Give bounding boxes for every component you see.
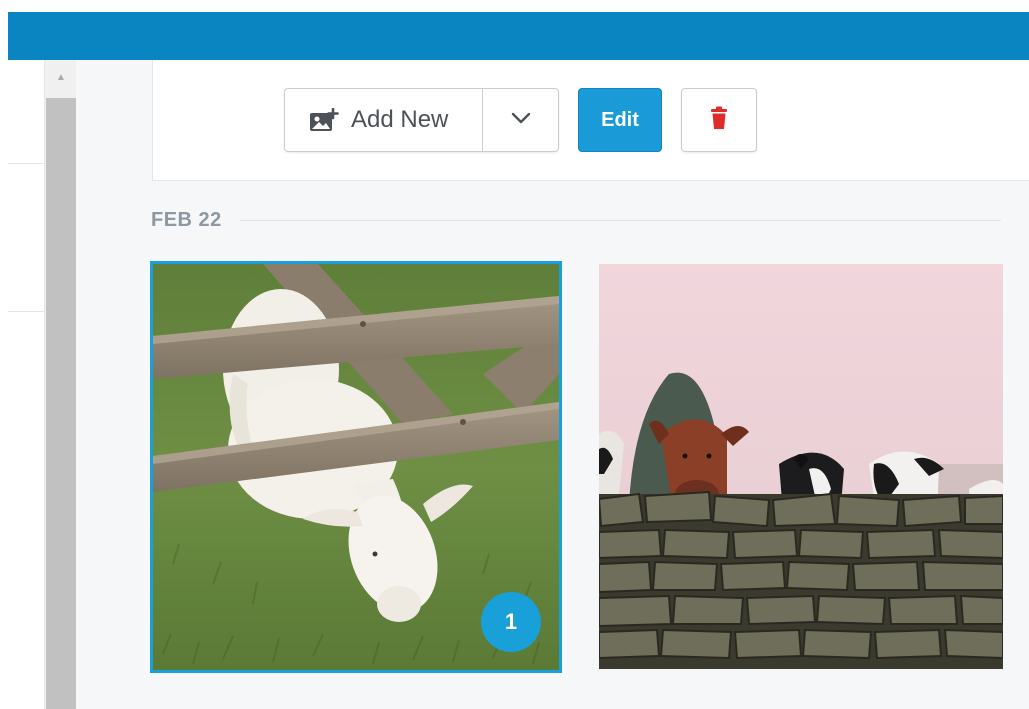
scrollbar-thumb[interactable]	[46, 98, 76, 709]
sidebar-scrollbar[interactable]: ▲	[44, 60, 76, 709]
date-group-label: FEB 22	[151, 208, 222, 231]
photo-thumbnail-selected[interactable]: 1	[150, 261, 562, 673]
chevron-down-icon	[511, 111, 531, 129]
date-divider	[239, 219, 1001, 221]
trash-icon	[710, 106, 728, 135]
add-new-button[interactable]: Add New	[285, 89, 483, 151]
edit-label: Edit	[601, 108, 639, 131]
photo-thumbnail[interactable]	[599, 264, 1003, 669]
delete-button[interactable]	[681, 88, 757, 152]
left-sidebar	[0, 60, 44, 709]
cows-photo	[599, 264, 1003, 669]
sidebar-row[interactable]	[8, 164, 44, 312]
sidebar-row[interactable]	[8, 60, 44, 164]
add-new-split-button: Add New	[284, 88, 559, 152]
edit-button[interactable]: Edit	[578, 88, 662, 152]
app-header	[0, 0, 1029, 60]
media-library-main: Add New Edit FEB 22 1	[76, 60, 1029, 709]
media-toolbar: Add New Edit	[152, 60, 1029, 181]
add-image-icon	[309, 107, 339, 132]
add-new-label: Add New	[351, 106, 449, 133]
selection-count-badge: 1	[481, 592, 541, 652]
top-navigation-bar	[8, 12, 1029, 60]
scroll-up-arrow-icon[interactable]: ▲	[45, 70, 77, 86]
date-group-header: FEB 22	[151, 205, 1001, 235]
add-new-dropdown-button[interactable]	[483, 89, 558, 151]
